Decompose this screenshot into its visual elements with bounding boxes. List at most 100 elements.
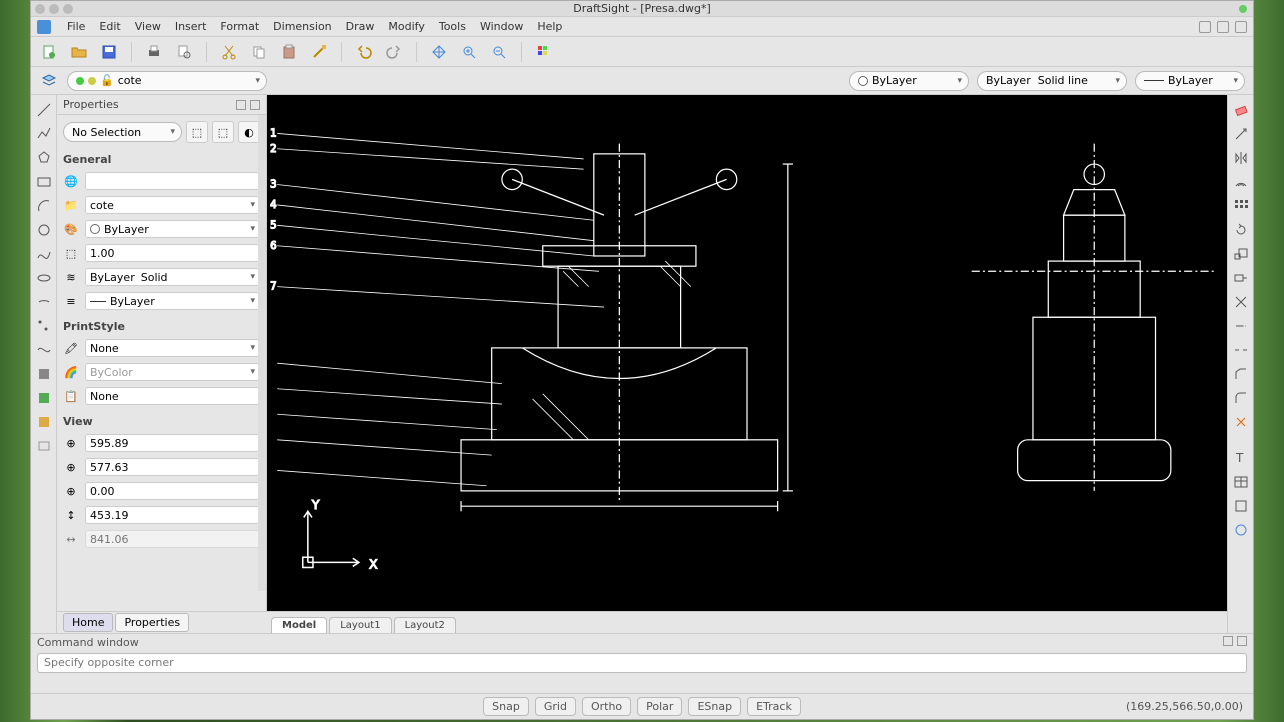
status-polar[interactable]: Polar (637, 697, 682, 716)
view-height-field[interactable]: 453.19 (85, 506, 260, 524)
status-etrack[interactable]: ETrack (747, 697, 801, 716)
menu-file[interactable]: File (67, 20, 85, 33)
tab-properties[interactable]: Properties (115, 613, 189, 632)
window-close-icon[interactable] (35, 4, 45, 14)
mdi-restore-icon[interactable] (1217, 21, 1229, 33)
menu-window[interactable]: Window (480, 20, 523, 33)
sheet-tab-layout2[interactable]: Layout2 (394, 617, 456, 633)
text-tool-r[interactable]: T (1232, 449, 1250, 467)
copy-button[interactable] (249, 42, 269, 62)
paste-button[interactable] (279, 42, 299, 62)
view-z-field[interactable]: 0.00 (85, 482, 260, 500)
properties-scrollbar[interactable] (258, 115, 266, 591)
zoom-out-button[interactable] (489, 42, 509, 62)
status-esnap[interactable]: ESnap (688, 697, 741, 716)
line-tool[interactable] (35, 101, 53, 119)
lineweight-field[interactable]: ByLayer (85, 292, 260, 310)
break-tool[interactable] (1232, 341, 1250, 359)
array-tool[interactable] (1232, 197, 1250, 215)
extend-tool[interactable] (1232, 317, 1250, 335)
ellipse-arc-tool[interactable] (35, 293, 53, 311)
mdi-min-icon[interactable] (1199, 21, 1211, 33)
menu-draw[interactable]: Draw (346, 20, 375, 33)
printcolor-field[interactable]: ByColor (85, 363, 260, 381)
point-tool[interactable] (35, 317, 53, 335)
hyperlink-field[interactable] (85, 172, 260, 190)
window-min-icon[interactable] (49, 4, 59, 14)
printstyle-field[interactable]: None (85, 339, 260, 357)
snap-tool[interactable] (1232, 521, 1250, 539)
print-button[interactable] (144, 42, 164, 62)
menu-format[interactable]: Format (220, 20, 259, 33)
trim-tool[interactable] (1232, 293, 1250, 311)
pan-button[interactable] (429, 42, 449, 62)
selection-combo[interactable]: No Selection (63, 122, 182, 142)
highlight-button[interactable]: ◐ (238, 121, 260, 143)
view-y-field[interactable]: 577.63 (85, 458, 260, 476)
color-field[interactable]: ByLayer (85, 220, 260, 238)
scale-field[interactable]: 1.00 (85, 244, 260, 262)
layer-field[interactable]: cote (85, 196, 260, 214)
cmd-pin-icon[interactable] (1223, 636, 1233, 646)
block-tool[interactable] (1232, 497, 1250, 515)
ellipse-tool[interactable] (35, 269, 53, 287)
rotate-tool[interactable] (1232, 221, 1250, 239)
layer-manager-button[interactable] (39, 71, 59, 91)
quick-select-button[interactable]: ⬚ (186, 121, 208, 143)
text-tool[interactable] (35, 437, 53, 455)
fillet-tool[interactable] (1232, 389, 1250, 407)
region-tool[interactable] (35, 413, 53, 431)
undo-button[interactable] (354, 42, 374, 62)
explode-tool[interactable] (1232, 413, 1250, 431)
scale-tool[interactable] (1232, 245, 1250, 263)
window-max-icon[interactable] (63, 4, 73, 14)
menu-insert[interactable]: Insert (175, 20, 207, 33)
erase-tool[interactable] (1232, 101, 1250, 119)
tab-home[interactable]: Home (63, 613, 113, 632)
lineweight-combo[interactable]: ByLayer (1135, 71, 1245, 91)
panel-close-icon[interactable] (250, 100, 260, 110)
panel-pin-icon[interactable] (236, 100, 246, 110)
print-preview-button[interactable] (174, 42, 194, 62)
stretch-tool[interactable] (1232, 269, 1250, 287)
arc-tool[interactable] (35, 197, 53, 215)
circle-tool[interactable] (35, 221, 53, 239)
chamfer-tool[interactable] (1232, 365, 1250, 383)
palette-button[interactable] (534, 42, 554, 62)
linestyle-field[interactable]: ByLayerSolid (85, 268, 260, 286)
printtable-field[interactable]: None (85, 387, 260, 405)
linestyle-combo[interactable]: ByLayer Solid line (977, 71, 1127, 91)
mirror-tool[interactable] (1232, 149, 1250, 167)
menu-view[interactable]: View (135, 20, 161, 33)
command-input[interactable]: Specify opposite corner (37, 653, 1247, 673)
redo-button[interactable] (384, 42, 404, 62)
drawing-canvas[interactable]: Y X (267, 95, 1227, 611)
status-ortho[interactable]: Ortho (582, 697, 631, 716)
spline2-tool[interactable] (35, 341, 53, 359)
view-width-field[interactable]: 841.06 (85, 530, 260, 548)
offset-tool[interactable] (1232, 173, 1250, 191)
table-tool[interactable] (1232, 473, 1250, 491)
status-snap[interactable]: Snap (483, 697, 529, 716)
menu-edit[interactable]: Edit (99, 20, 120, 33)
status-grid[interactable]: Grid (535, 697, 576, 716)
color-combo[interactable]: ByLayer (849, 71, 969, 91)
hatch-tool[interactable] (35, 389, 53, 407)
mdi-close-icon[interactable] (1235, 21, 1247, 33)
sheet-tab-model[interactable]: Model (271, 617, 327, 633)
menu-help[interactable]: Help (537, 20, 562, 33)
spline-tool[interactable] (35, 245, 53, 263)
save-button[interactable] (99, 42, 119, 62)
open-button[interactable] (69, 42, 89, 62)
fill-tool[interactable] (35, 365, 53, 383)
polyline-tool[interactable] (35, 125, 53, 143)
rectangle-tool[interactable] (35, 173, 53, 191)
layer-combo[interactable]: 🔓 cote (67, 71, 267, 91)
menu-tools[interactable]: Tools (439, 20, 466, 33)
cmd-close-icon[interactable] (1237, 636, 1247, 646)
menu-modify[interactable]: Modify (388, 20, 424, 33)
view-x-field[interactable]: 595.89 (85, 434, 260, 452)
cut-button[interactable] (219, 42, 239, 62)
new-button[interactable] (39, 42, 59, 62)
polygon-tool[interactable] (35, 149, 53, 167)
